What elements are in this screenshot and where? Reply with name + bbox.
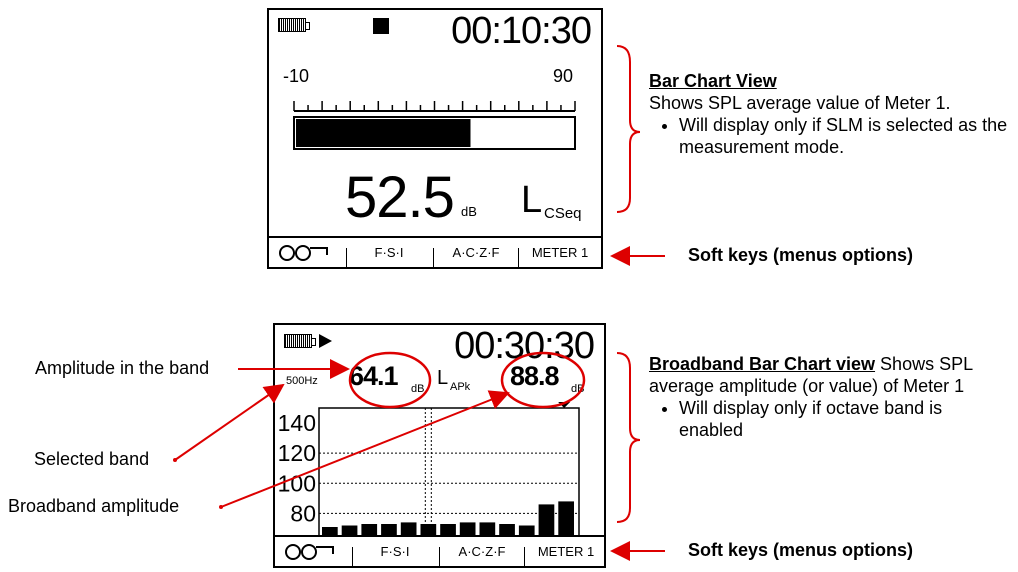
softkeys-label-2: Soft keys (menus options)	[688, 540, 914, 560]
view-softkey[interactable]	[283, 537, 343, 566]
frequency-weighting-softkey[interactable]: A·C·Z·F	[437, 238, 515, 267]
softkey-divider	[524, 547, 525, 566]
band-bar	[538, 504, 555, 536]
band-bar	[558, 501, 574, 536]
selected-band-label: Selected band	[34, 449, 150, 469]
softkeys-label-1: Soft keys (menus options)	[688, 245, 914, 265]
softkey-divider	[346, 248, 347, 267]
band-bar	[459, 522, 476, 536]
softkey-divider	[439, 547, 440, 566]
band-bar	[479, 522, 496, 536]
y-tick-label: 140	[278, 410, 316, 436]
bar-chart-note: Bar Chart View Shows SPL average value o…	[649, 70, 1018, 158]
meter-softkey[interactable]: METER 1	[522, 238, 598, 267]
bar-chart-title: Bar Chart View	[649, 71, 777, 91]
broadband-title: Broadband Bar Chart view	[649, 354, 876, 374]
softkey-divider	[352, 547, 353, 566]
bar-chart-view-screen: 00:10:30 -10 90 52.5 dB L CSeq F·S·I A·C…	[267, 8, 603, 269]
bracket-broadband	[616, 352, 641, 523]
frequency-weighting-softkey[interactable]: A·C·Z·F	[443, 537, 521, 566]
broadband-amplitude-label: Broadband amplitude	[8, 496, 180, 516]
broadband-bullet: Will display only if octave band is enab…	[679, 397, 994, 441]
weighting-mode: CSeq	[544, 205, 582, 222]
time-weighting-softkey[interactable]: F·S·I	[355, 537, 435, 566]
softkey-divider	[433, 248, 434, 267]
weighting-L: L	[521, 179, 543, 221]
spl-unit: dB	[461, 204, 477, 219]
broadband-marker	[558, 402, 571, 408]
amplitude-in-band-label: Amplitude in the band	[35, 358, 210, 378]
bracket-bar-chart	[616, 45, 641, 213]
bar-scale	[293, 101, 576, 150]
spl-value: 52.5	[345, 165, 455, 230]
softkey-bar: F·S·I A·C·Z·F METER 1	[275, 535, 604, 566]
broadband-note: Broadband Bar Chart view Shows SPL avera…	[649, 353, 994, 441]
time-weighting-softkey[interactable]: F·S·I	[349, 238, 429, 267]
spl-bar	[296, 119, 471, 147]
bar-chart-desc: Shows SPL average value of Meter 1.	[649, 93, 951, 113]
octave-band-chart: 80 100 120 140	[278, 402, 580, 537]
meter-softkey[interactable]: METER 1	[528, 537, 604, 566]
y-tick-label: 80	[290, 500, 316, 526]
bar-chart-bullet: Will display only if SLM is selected as …	[679, 114, 1018, 158]
broadband-bar-chart-screen: 00:30:30 500Hz 64.1 dB L APk 88.8 dB 80 1…	[273, 323, 606, 568]
view-softkey[interactable]	[277, 238, 337, 267]
y-tick-label: 100	[278, 470, 316, 496]
softkey-bar: F·S·I A·C·Z·F METER 1	[269, 236, 601, 267]
scale-ticks	[293, 101, 576, 111]
selected-band-arrow	[174, 383, 285, 461]
band-bar	[400, 522, 417, 536]
glasses-icon	[279, 245, 328, 261]
glasses-icon	[285, 544, 334, 560]
softkey-divider	[518, 248, 519, 267]
y-tick-label: 120	[278, 440, 316, 466]
